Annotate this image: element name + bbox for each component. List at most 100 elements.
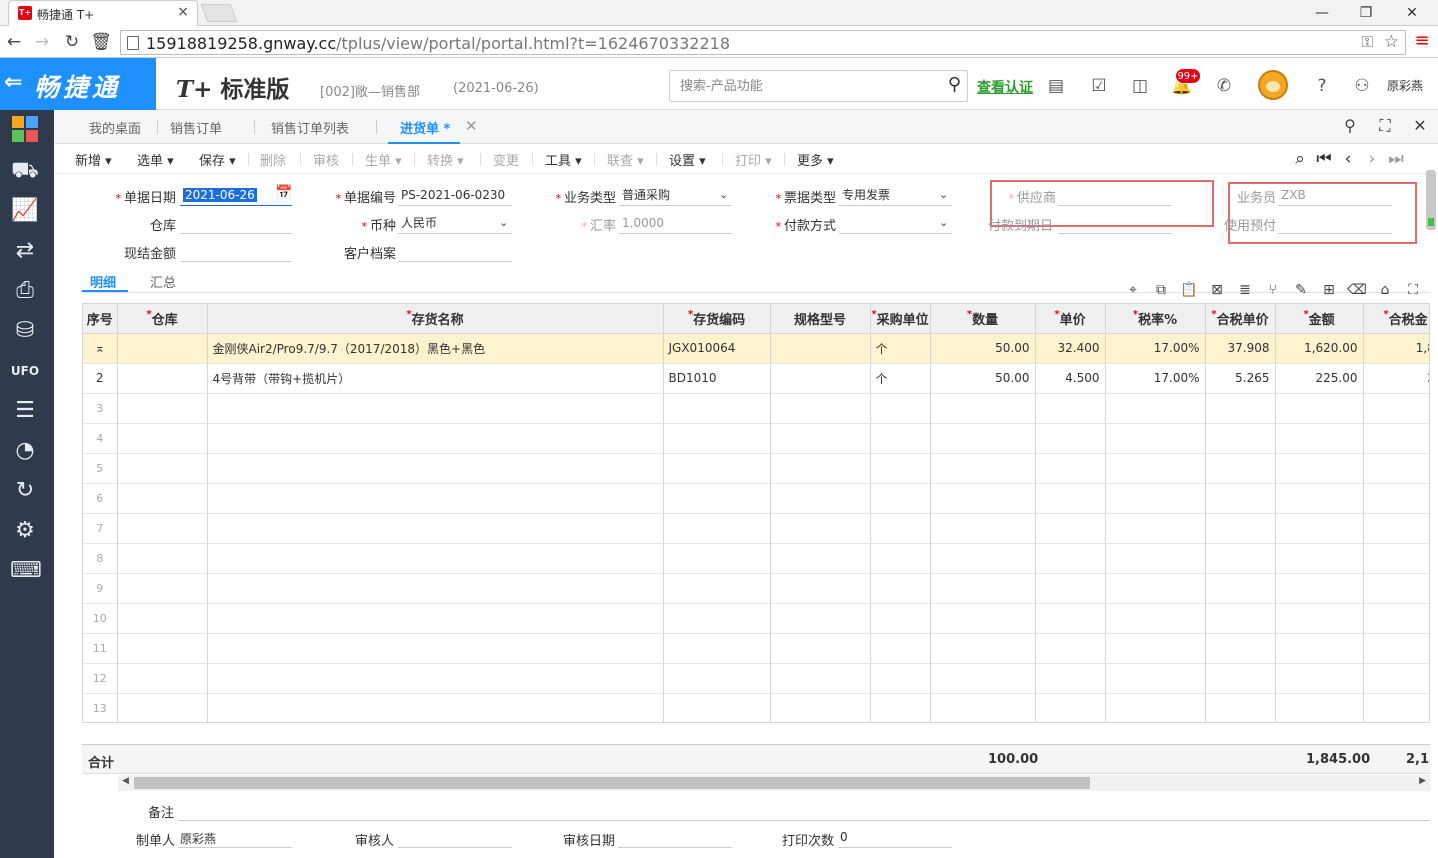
table-cell[interactable] — [1205, 633, 1276, 664]
currency-select[interactable]: 人民币 — [398, 214, 512, 234]
message-icon[interactable]: ◫ — [1129, 74, 1151, 98]
scroll-left-icon[interactable]: ◀ — [122, 776, 129, 786]
linked-query-button[interactable]: 联查 ▾ — [607, 150, 644, 169]
table-row[interactable]: ⌅ 金刚侠Air2/Pro9.7/9.7（2017/2018）黑色+黑色 JGX01… — [83, 333, 1429, 364]
table-cell[interactable] — [1275, 513, 1364, 544]
table-cell[interactable] — [1363, 483, 1429, 514]
row-insert-icon[interactable]: ⌅ — [83, 333, 118, 364]
vertical-scrollbar[interactable] — [1426, 170, 1436, 230]
table-cell[interactable] — [1205, 393, 1276, 424]
table-cell[interactable] — [1035, 543, 1106, 574]
select-button[interactable]: 选单 ▾ — [137, 150, 174, 169]
rate-field[interactable]: 1.0000 — [619, 214, 732, 234]
table-cell[interactable] — [930, 393, 1036, 424]
table-cell[interactable] — [1105, 513, 1206, 544]
table-cell[interactable] — [870, 633, 931, 664]
delete-row-icon[interactable]: ⊠ — [1207, 280, 1227, 300]
remark-field[interactable] — [178, 820, 1430, 821]
table-cell[interactable] — [930, 513, 1036, 544]
table-cell[interactable] — [1105, 633, 1206, 664]
table-cell[interactable] — [770, 573, 871, 604]
app-grid-icon[interactable] — [12, 116, 38, 142]
table-cell[interactable] — [663, 483, 771, 514]
doc-no-field[interactable]: PS-2021-06-0230 — [398, 186, 512, 206]
save-button[interactable]: 保存 ▾ — [199, 150, 236, 169]
tab-sales-order-list[interactable]: 销售订单列表 — [271, 118, 349, 137]
table-cell[interactable] — [117, 423, 208, 454]
help-icon[interactable]: ? — [1311, 74, 1333, 98]
close-icon[interactable]: ✕ — [1408, 114, 1432, 138]
table-cell[interactable] — [870, 663, 931, 694]
table-cell[interactable] — [870, 693, 931, 722]
user-name[interactable]: 原彩燕 — [1387, 77, 1423, 94]
url-field[interactable]: 15918819258.gnway.cc/tplus/view/portal/p… — [120, 30, 1406, 55]
close-tab-icon[interactable]: ✕ — [465, 117, 478, 135]
horizontal-scrollbar[interactable]: ◀ ▶ — [118, 775, 1430, 791]
table-cell[interactable] — [1105, 453, 1206, 484]
table-cell[interactable] — [1035, 423, 1106, 454]
table-cell[interactable] — [1363, 693, 1429, 722]
table-cell[interactable] — [207, 663, 664, 694]
table-cell[interactable] — [1105, 423, 1206, 454]
table-cell[interactable]: BD1010 — [663, 363, 771, 394]
table-cell[interactable] — [117, 363, 208, 394]
table-cell[interactable] — [207, 693, 664, 722]
expand-icon[interactable]: ⛶ — [1403, 280, 1423, 300]
table-row[interactable]: 8 — [83, 543, 1429, 574]
table-cell[interactable] — [930, 543, 1036, 574]
table-cell[interactable]: 32.400 — [1035, 333, 1106, 364]
scroll-thumb[interactable] — [134, 777, 1090, 789]
table-cell[interactable] — [870, 453, 931, 484]
table-row[interactable]: 9 — [83, 573, 1429, 604]
pie-chart-icon[interactable]: ◔ — [10, 436, 40, 466]
tab-sales-order[interactable]: 销售订单 — [170, 118, 222, 137]
table-cell[interactable] — [770, 333, 871, 364]
tab-summary[interactable]: 汇总 — [150, 272, 176, 291]
generate-button[interactable]: 生单 ▾ — [365, 150, 402, 169]
table-cell[interactable] — [663, 573, 771, 604]
table-row[interactable]: 3 — [83, 393, 1429, 424]
table-cell[interactable] — [930, 603, 1036, 634]
table-cell[interactable] — [207, 633, 664, 664]
scroll-right-icon[interactable]: ▶ — [1419, 776, 1426, 786]
table-cell[interactable] — [930, 573, 1036, 604]
table-cell[interactable] — [1363, 603, 1429, 634]
table-cell[interactable]: 50.00 — [930, 363, 1036, 394]
table-cell[interactable]: 17.00% — [1105, 363, 1206, 394]
settings-icon[interactable]: ⚙ — [10, 516, 40, 546]
restore-icon[interactable]: ❐ — [1346, 2, 1386, 24]
search-input[interactable] — [680, 77, 930, 95]
pay-due-field[interactable] — [1058, 214, 1172, 234]
table-cell[interactable] — [207, 483, 664, 514]
back-icon[interactable]: ← — [2, 30, 26, 54]
table-cell[interactable] — [770, 423, 871, 454]
table-row[interactable]: 2 4号背带（带钩+揽机片） BD1010 个 50.00 4.500 17.00% 5.26… — [83, 363, 1429, 394]
table-cell[interactable]: 5.265 — [1205, 363, 1276, 394]
document-icon[interactable]: ☰ — [10, 396, 40, 426]
pay-method-select[interactable] — [839, 214, 952, 234]
table-row[interactable]: 5 — [83, 453, 1429, 484]
table-cell[interactable]: 13 — [83, 693, 118, 722]
grid-settings-icon[interactable]: ⊞ — [1319, 280, 1339, 300]
table-cell[interactable] — [770, 633, 871, 664]
warehouse-icon[interactable]: ⌂ — [1375, 280, 1395, 300]
table-cell[interactable] — [1035, 693, 1106, 722]
table-cell[interactable] — [663, 543, 771, 574]
warehouse-field[interactable] — [180, 214, 292, 234]
table-cell[interactable] — [663, 453, 771, 484]
table-cell[interactable] — [1205, 663, 1276, 694]
settings-button[interactable]: 设置 ▾ — [669, 150, 706, 169]
ufo-icon[interactable]: UFO — [10, 356, 40, 386]
table-cell[interactable]: 11 — [83, 633, 118, 664]
reload-icon[interactable]: ↻ — [60, 30, 84, 54]
table-cell[interactable] — [1363, 453, 1429, 484]
table-row[interactable]: 7 — [83, 513, 1429, 544]
table-cell[interactable] — [663, 633, 771, 664]
table-cell[interactable]: 10 — [83, 603, 118, 634]
table-cell[interactable] — [1035, 663, 1106, 694]
table-cell[interactable] — [930, 483, 1036, 514]
report-chart-icon[interactable]: 📈 — [10, 196, 40, 226]
mascot-avatar-icon[interactable] — [1258, 70, 1288, 100]
user-icon[interactable]: ⚇ — [1351, 74, 1373, 98]
table-cell[interactable] — [117, 693, 208, 722]
